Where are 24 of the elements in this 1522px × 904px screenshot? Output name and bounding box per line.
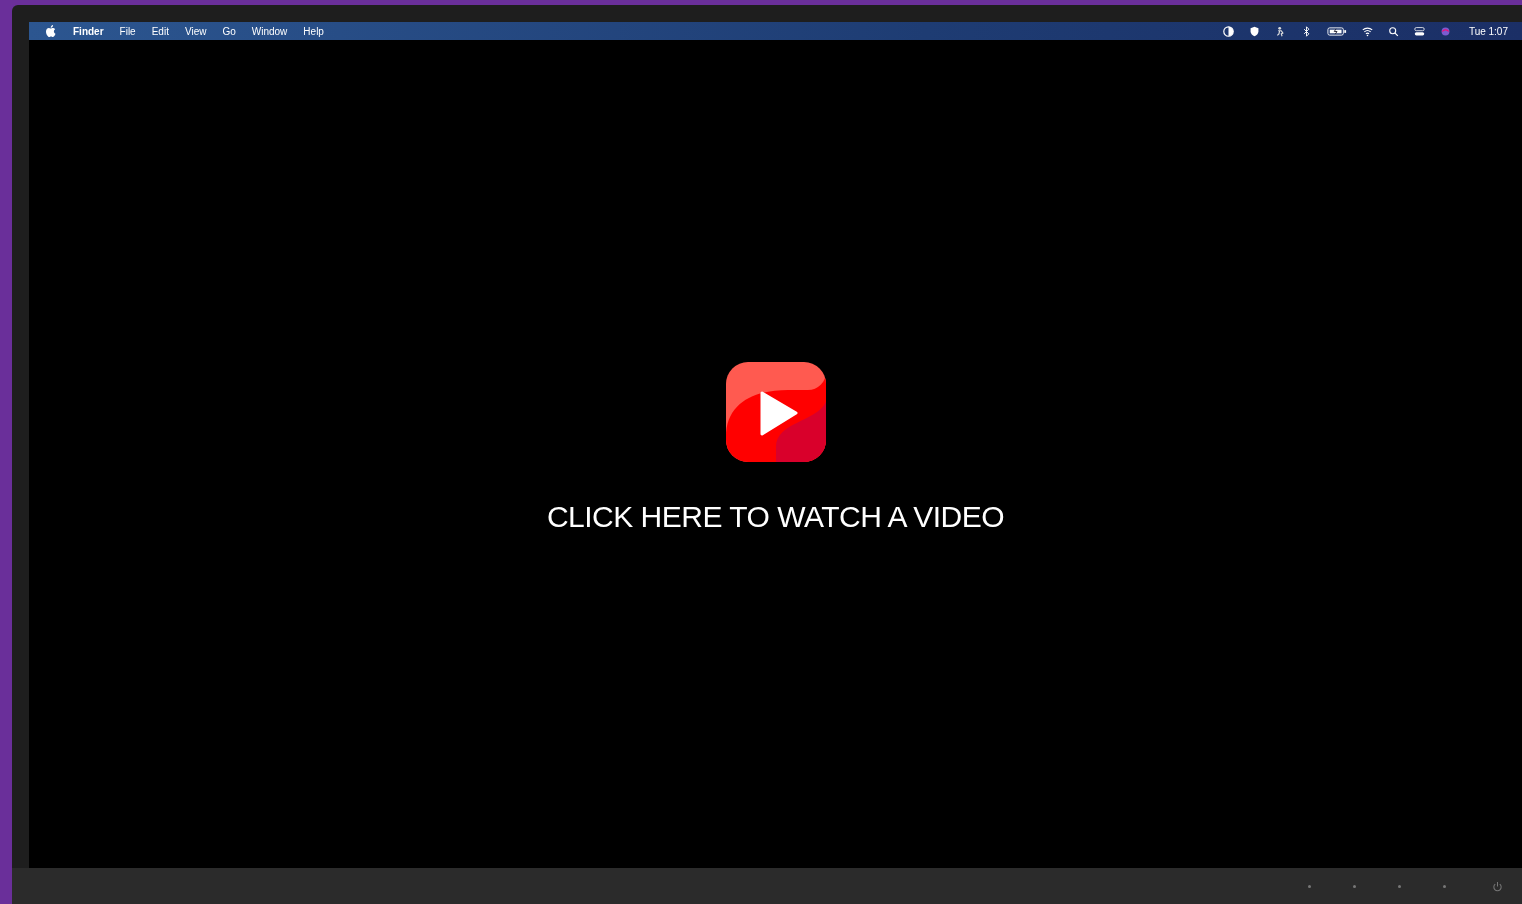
bezel-button[interactable] (1353, 884, 1356, 888)
app-menu[interactable]: Finder (73, 25, 104, 37)
figure-icon[interactable] (1274, 25, 1286, 37)
menu-bar-clock[interactable]: Tue 1:07 (1468, 25, 1508, 37)
menu-item[interactable]: File (119, 25, 136, 37)
bezel-button[interactable] (1308, 884, 1311, 888)
bezel-button[interactable] (1443, 884, 1446, 888)
battery-icon[interactable] (1326, 25, 1347, 37)
half-circle-icon[interactable] (1222, 25, 1234, 37)
control-center-icon[interactable] (1413, 25, 1425, 37)
apple-logo-icon[interactable] (45, 25, 56, 37)
shield-icon[interactable] (1248, 25, 1260, 37)
menu-item[interactable]: View (184, 25, 207, 37)
video-play-icon[interactable] (725, 362, 826, 462)
power-icon[interactable] (1492, 880, 1503, 892)
watch-video-link[interactable]: CLICK HERE TO WATCH A VIDEO (546, 500, 1005, 534)
search-icon[interactable] (1387, 25, 1399, 37)
siri-icon[interactable] (1439, 25, 1451, 37)
menu-item[interactable]: Edit (151, 25, 169, 37)
menu-item[interactable]: Window (251, 25, 288, 37)
bezel-button[interactable] (1398, 884, 1401, 888)
menu-item[interactable]: Go (222, 25, 236, 37)
wifi-icon[interactable] (1361, 25, 1373, 37)
menu-item[interactable]: Help (303, 25, 324, 37)
